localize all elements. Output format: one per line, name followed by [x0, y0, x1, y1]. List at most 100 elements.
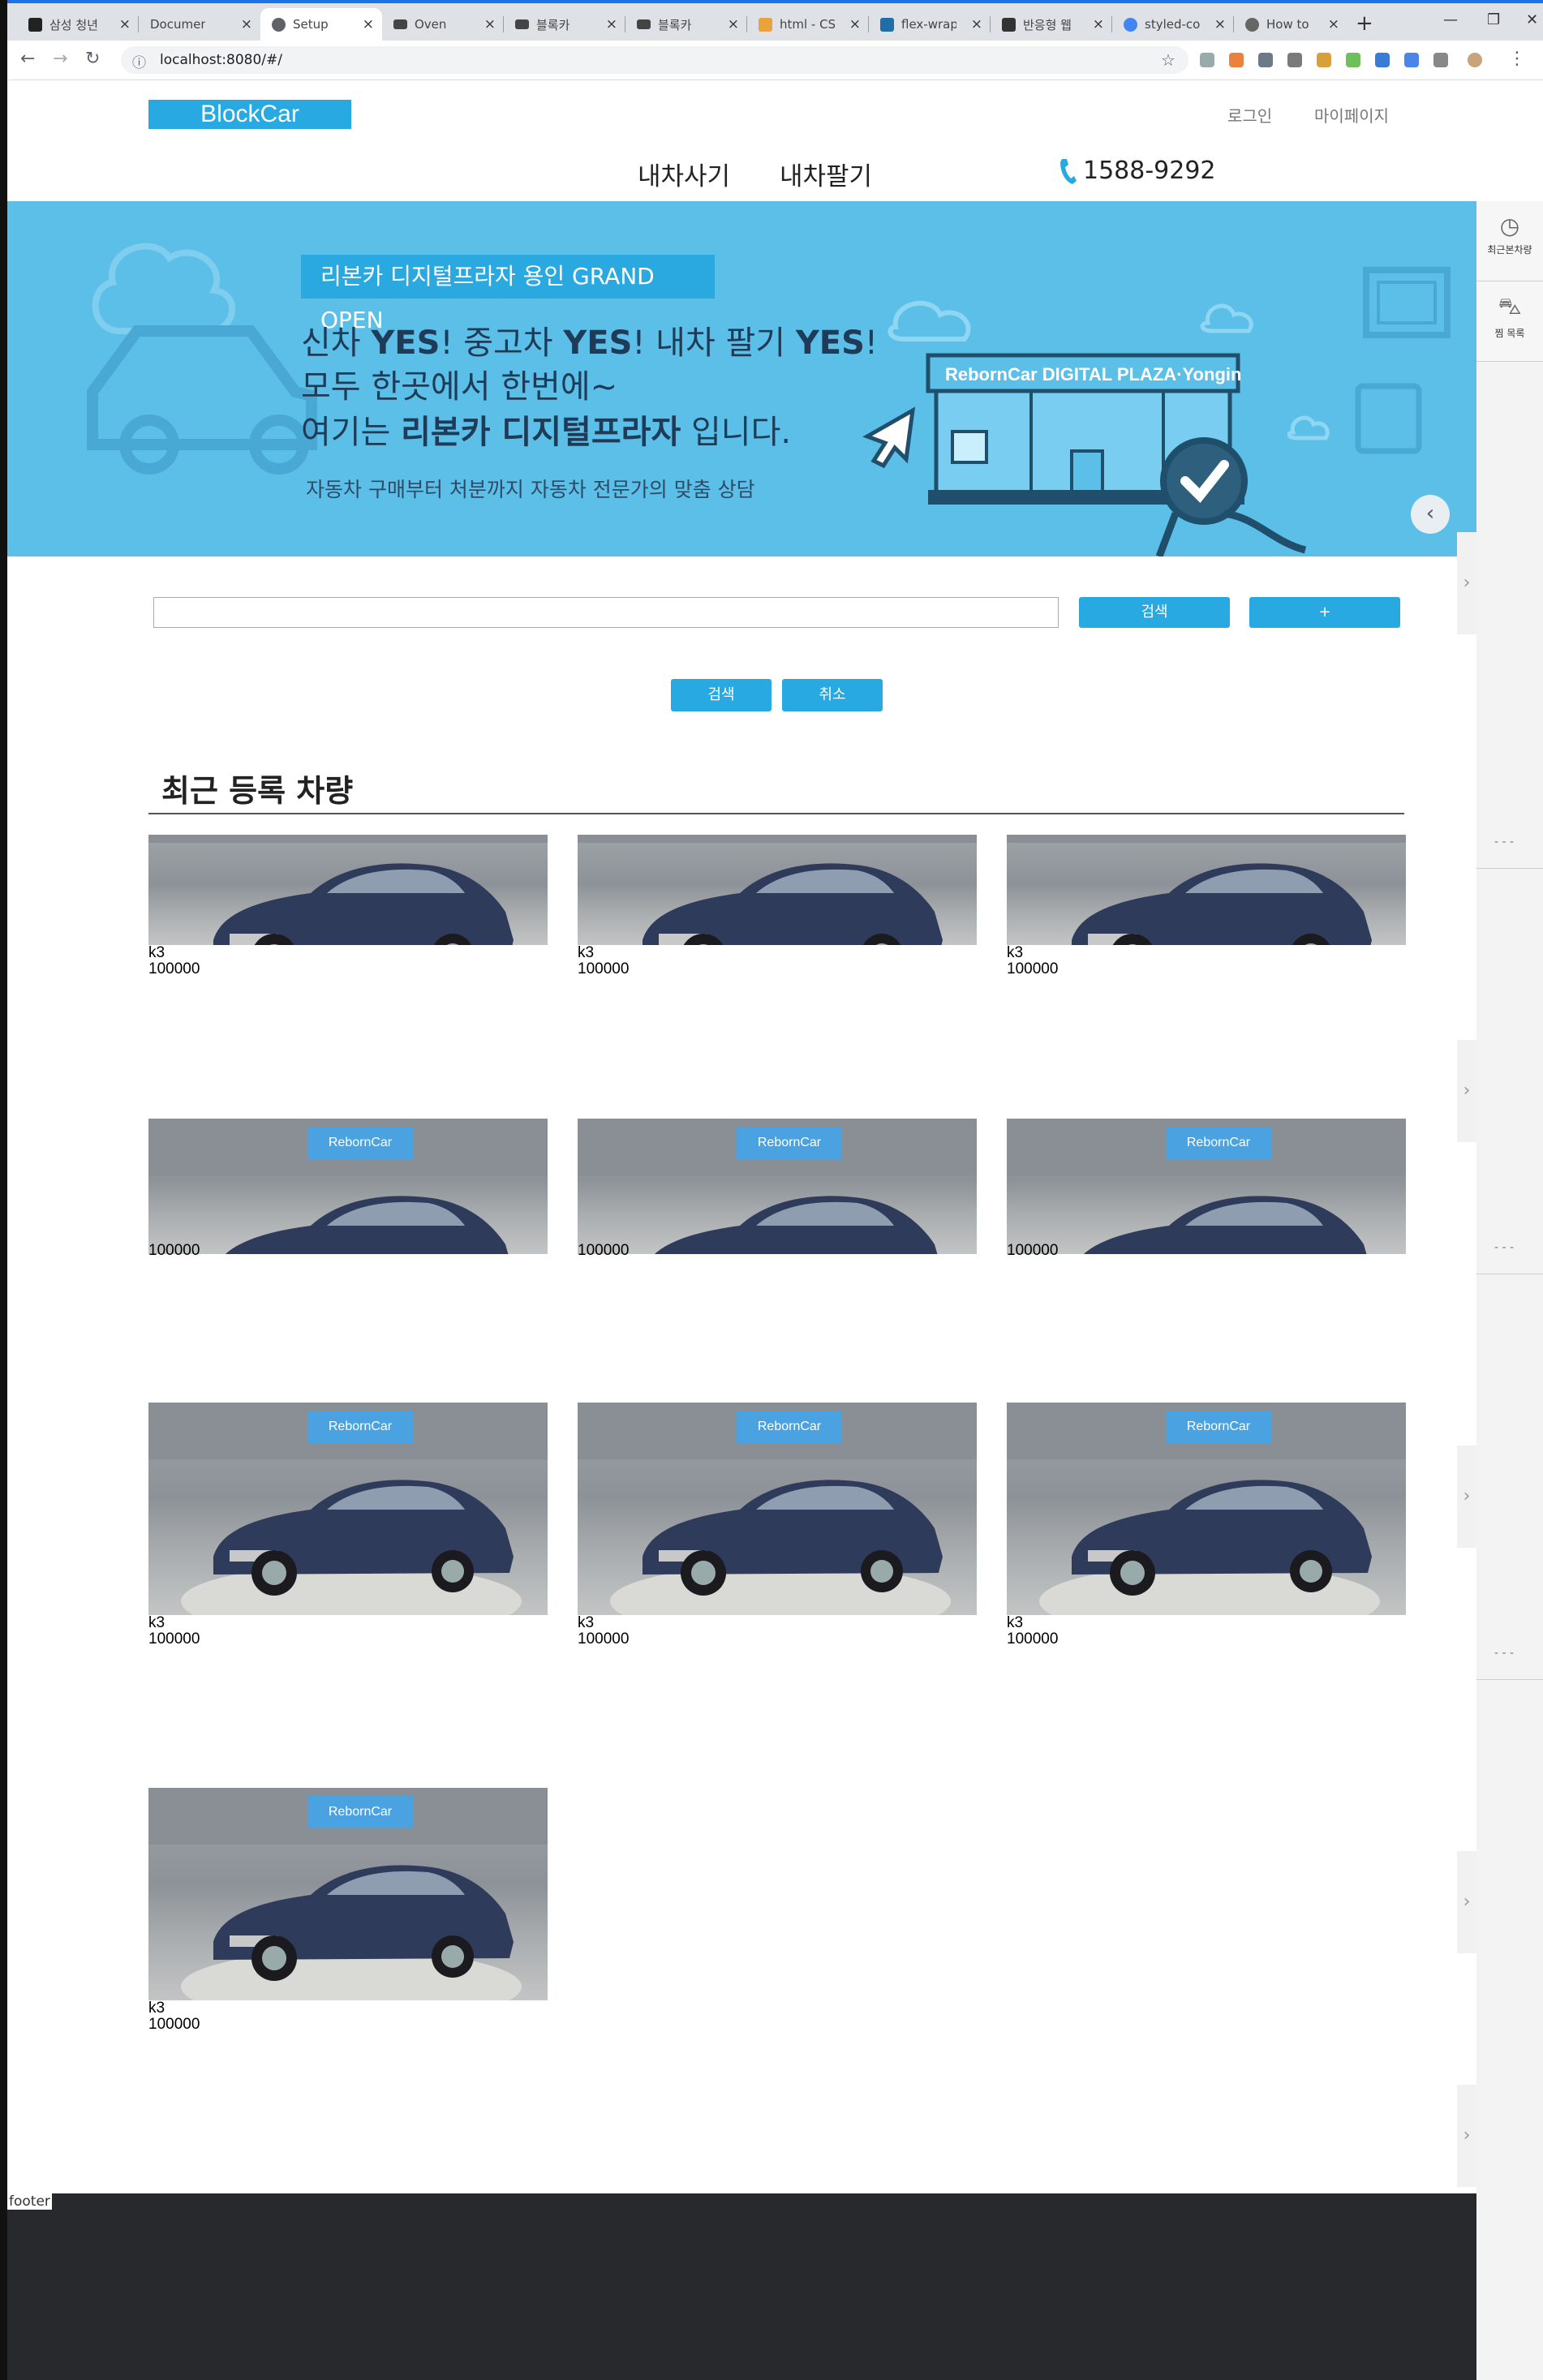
tab-close-icon[interactable]: × [606, 16, 617, 32]
extension-icon[interactable] [1287, 53, 1302, 67]
address-bar[interactable]: ⓘ localhost:8080/#/ [121, 46, 1188, 74]
quick-panel-expand-tab[interactable]: › [1457, 2085, 1476, 2187]
extension-icon[interactable] [1433, 53, 1448, 67]
browser-tab-active[interactable]: Setup × [260, 8, 382, 41]
car-card[interactable]: RebornCark3100000 [1007, 835, 1406, 977]
car-photo[interactable]: RebornCar [578, 835, 977, 945]
car-card[interactable]: RebornCark3100000 [578, 835, 977, 977]
car-photo[interactable]: RebornCar [148, 1119, 548, 1254]
tab-close-icon[interactable]: × [971, 16, 982, 32]
browser-tab[interactable]: Document× [139, 8, 260, 41]
mypage-link[interactable]: 마이페이지 [1314, 103, 1389, 127]
panel-divider-dots: - - - [1494, 1647, 1515, 1660]
car-image [643, 863, 943, 945]
nav-buy-car[interactable]: 내차사기 [638, 156, 730, 192]
car-photo[interactable]: RebornCar [578, 1119, 977, 1254]
page-footer: footer [7, 2193, 1476, 2380]
site-info-icon[interactable]: ⓘ [132, 51, 146, 71]
car-price: 100000 [578, 960, 630, 977]
tab-close-icon[interactable]: × [241, 16, 252, 32]
photo-sign: RebornCar [307, 1411, 413, 1443]
tab-close-icon[interactable]: × [728, 16, 739, 32]
wishlist-button[interactable]: ⛍ 찜 목록 [1476, 281, 1543, 362]
tab-close-icon[interactable]: × [849, 16, 861, 32]
quick-panel-expand-tab[interactable]: › [1457, 1851, 1476, 1953]
browser-menu-icon[interactable]: ⋮ [1508, 49, 1526, 69]
extension-icon[interactable] [1229, 53, 1244, 67]
browser-tab[interactable]: flex-wrap × [869, 8, 991, 41]
extension-icon[interactable] [1346, 53, 1360, 67]
car-name: k3 [1007, 944, 1024, 961]
car-price: 100000 [148, 1630, 200, 1648]
car-card[interactable]: RebornCar 100000 [1007, 1119, 1406, 1259]
browser-tab[interactable]: How to u× [1234, 8, 1347, 41]
tab-close-icon[interactable]: × [119, 16, 131, 32]
extension-icon[interactable] [1375, 53, 1390, 67]
car-price: 100000 [148, 2016, 200, 2033]
browser-tab[interactable]: 반응형 웹 × [991, 8, 1112, 41]
tab-favicon-icon [1002, 17, 1016, 32]
url-text[interactable]: localhost:8080/#/ [160, 52, 282, 68]
tab-close-icon[interactable]: × [1093, 16, 1104, 32]
tab-close-icon[interactable]: × [1214, 16, 1226, 32]
section-title: 최근 등록 차량 [161, 773, 354, 809]
back-icon[interactable]: ← [20, 49, 35, 69]
browser-tab[interactable]: 블록카 × [625, 8, 747, 41]
minimize-icon[interactable]: — [1443, 11, 1458, 28]
car-price: 100000 [578, 1630, 630, 1648]
car-name: k3 [148, 1614, 165, 1631]
car-card[interactable]: RebornCar 100000 [578, 1119, 977, 1259]
search-button[interactable]: 검색 [1079, 597, 1230, 628]
login-link[interactable]: 로그인 [1227, 103, 1272, 127]
car-card[interactable]: RebornCark3100000 [1007, 1403, 1406, 1648]
profile-avatar[interactable] [1468, 53, 1482, 67]
car-price: 100000 [148, 1242, 200, 1259]
nav-sell-car[interactable]: 내차팔기 [780, 156, 872, 192]
translate-icon[interactable] [1404, 53, 1419, 67]
browser-tab[interactable]: 블록카 × [504, 8, 625, 41]
tab-close-icon[interactable]: × [1328, 16, 1339, 32]
carousel-prev-button[interactable]: ‹ [1411, 495, 1450, 534]
extension-icon[interactable] [1200, 53, 1214, 67]
filter-search-button[interactable]: 검색 [671, 679, 772, 711]
quick-panel-expand-tab[interactable]: › [1457, 1446, 1476, 1548]
tab-close-icon[interactable]: × [363, 16, 374, 32]
tab-close-icon[interactable]: × [484, 16, 496, 32]
car-card[interactable]: RebornCar k3100000 [148, 1403, 548, 1648]
car-photo[interactable]: RebornCar [578, 1403, 977, 1615]
panel-divider [1476, 1679, 1543, 1680]
restore-icon[interactable]: ❐ [1487, 11, 1500, 28]
bookmark-star-icon[interactable]: ☆ [1161, 50, 1176, 70]
new-tab-button[interactable]: + [1356, 11, 1373, 36]
reload-icon[interactable]: ↻ [85, 49, 100, 69]
promo-banner[interactable]: RebornCar DIGITAL PLAZA·Yongin 리본카 디지털프라… [7, 201, 1476, 556]
add-button[interactable]: + [1249, 597, 1400, 628]
car-photo[interactable]: RebornCar [1007, 835, 1406, 945]
car-photo[interactable]: RebornCar [148, 1788, 548, 2000]
extension-icon[interactable] [1258, 53, 1273, 67]
car-photo[interactable]: RebornCar [1007, 1119, 1406, 1254]
car-photo[interactable]: RebornCar [148, 1403, 548, 1615]
car-photo[interactable]: RebornCar [1007, 1403, 1406, 1615]
extension-icon[interactable] [1317, 53, 1331, 67]
car-card[interactable]: RebornCark3100000 [148, 1788, 548, 2033]
quick-panel-expand-tab[interactable]: › [1457, 1040, 1476, 1142]
car-price: 100000 [1007, 960, 1059, 977]
car-photo[interactable]: RebornCar [148, 835, 548, 945]
browser-tab[interactable]: html - CSS× [747, 8, 869, 41]
car-card[interactable]: RebornCar 100000 [148, 1119, 548, 1259]
cancel-button[interactable]: 취소 [782, 679, 883, 711]
forward-icon[interactable]: → [53, 49, 67, 69]
search-input[interactable] [153, 597, 1059, 628]
quick-panel-expand-tab[interactable]: › [1457, 532, 1476, 634]
site-logo[interactable]: BlockCar [148, 100, 351, 129]
car-card[interactable]: RebornCark3100000 [148, 835, 548, 977]
tab-favicon-icon [515, 19, 529, 29]
browser-tab[interactable]: Oven × [382, 8, 504, 41]
browser-tab[interactable]: 삼성 청년 × [17, 8, 139, 41]
recent-cars-button[interactable]: ◷ 최근본차량 [1476, 201, 1543, 281]
car-card[interactable]: RebornCark3100000 [578, 1403, 977, 1648]
close-window-icon[interactable]: ✕ [1526, 11, 1538, 28]
browser-tab[interactable]: styled-co × [1112, 8, 1234, 41]
photo-sign: RebornCar [737, 1127, 842, 1159]
